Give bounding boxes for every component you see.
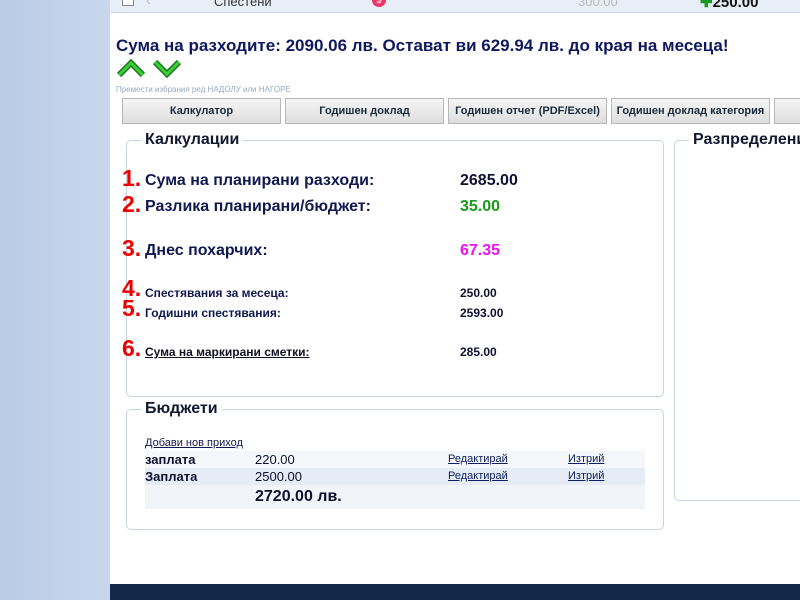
- budgets-title: Бюджети: [145, 400, 218, 417]
- move-arrows: [116, 58, 184, 80]
- budgets-table: заплата 220.00 Редактирай Изтрий Заплата…: [145, 451, 645, 509]
- marked-accounts-value: 285.00: [460, 345, 497, 359]
- monthly-savings-value: 250.00: [460, 286, 497, 300]
- table-row: заплата 220.00 Редактирай Изтрий: [145, 451, 645, 468]
- distribution-panel: Разпределение: [674, 131, 800, 501]
- spent-today-label: Днес похарчих:: [145, 242, 268, 259]
- budget-name: Заплата: [145, 469, 198, 484]
- monthly-savings-label: Спестявания за месеца:: [145, 286, 289, 300]
- annual-savings-label: Годишни спестявания:: [145, 306, 281, 320]
- row-number-5: 5.: [122, 295, 142, 321]
- main-page: ‹ Спестени $ 300.00 ✚250.00 Сума на разх…: [110, 0, 800, 584]
- arrow-down-icon[interactable]: [152, 58, 182, 78]
- tab-more[interactable]: [774, 98, 800, 124]
- add-income-link[interactable]: Добави нов приход: [145, 437, 243, 449]
- edit-link[interactable]: Редактирай: [448, 453, 508, 465]
- tab-calculator[interactable]: Калкулатор: [122, 98, 281, 124]
- coin-icon: $: [372, 0, 386, 7]
- chevron-left-icon: ‹: [146, 0, 151, 8]
- tab-annual-statement[interactable]: Годишен отчет (PDF/Excel): [448, 98, 607, 124]
- planned-budget-diff-label: Разлика планирани/бюджет:: [145, 198, 371, 215]
- row-number-3: 3.: [122, 235, 142, 261]
- budgets-total-row: 2720.00 лв.: [145, 485, 645, 509]
- row-checkbox[interactable]: [122, 0, 134, 6]
- row-label: Спестени: [214, 0, 272, 9]
- delete-link[interactable]: Изтрий: [568, 470, 604, 482]
- row-number-6: 6.: [122, 335, 142, 361]
- plus-icon: ✚: [700, 0, 713, 11]
- spent-today-value: 67.35: [460, 242, 501, 259]
- planned-expenses-value: 2685.00: [460, 172, 518, 189]
- left-background-strip: [0, 0, 110, 600]
- calculations-title: Калкулации: [145, 131, 240, 148]
- planned-expenses-label: Сума на планирани разходи:: [145, 172, 375, 189]
- expense-summary: Сума на разходите: 2090.06 лв. Остават в…: [116, 36, 729, 55]
- planned-budget-diff-value: 35.00: [460, 198, 501, 215]
- distribution-title: Разпределение: [693, 131, 800, 148]
- tab-annual-report-category[interactable]: Годишен доклад категория: [611, 98, 770, 124]
- expense-row-cut[interactable]: ‹ Спестени $ 300.00 ✚250.00: [110, 0, 800, 13]
- edit-link[interactable]: Редактирай: [448, 470, 508, 482]
- row-amount: ✚250.00: [700, 0, 758, 11]
- budget-amount: 2500.00: [255, 469, 302, 484]
- row-number-2: 2.: [122, 191, 142, 217]
- row-number-1: 1.: [122, 165, 142, 191]
- delete-link[interactable]: Изтрий: [568, 453, 604, 465]
- table-row: Заплата 2500.00 Редактирай Изтрий: [145, 468, 645, 485]
- arrow-up-icon[interactable]: [116, 58, 146, 78]
- annual-savings-value: 2593.00: [460, 306, 504, 320]
- marked-accounts-label[interactable]: Сума на маркирани сметки:: [145, 345, 310, 359]
- move-hint: Премести избрания ред НАДОЛУ или НАГОРЕ: [116, 85, 291, 94]
- budget-amount: 220.00: [255, 452, 295, 467]
- tab-annual-report[interactable]: Годишен доклад: [285, 98, 444, 124]
- budget-name: заплата: [145, 452, 196, 467]
- footer-bar: [110, 584, 800, 600]
- row-amount-planned: 300.00: [578, 0, 618, 9]
- row-amount-value: 250.00: [712, 0, 759, 11]
- budgets-total: 2720.00 лв.: [255, 488, 342, 505]
